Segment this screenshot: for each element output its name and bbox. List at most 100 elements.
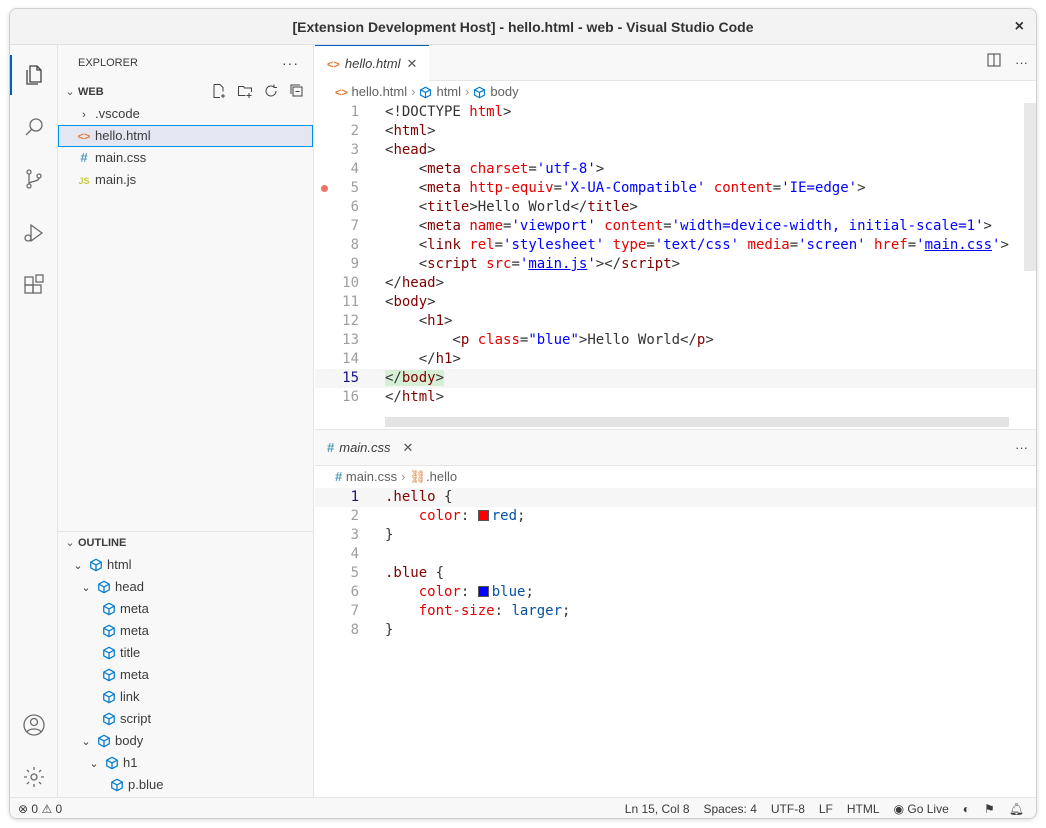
split-editor-icon[interactable] xyxy=(987,45,1001,81)
feedback-icon[interactable]: ⚑ xyxy=(984,798,995,818)
cube-icon xyxy=(102,623,120,638)
code-editor-css[interactable]: 1 .hello { 2 color: red; 3} 4 5 .blue { 6 … xyxy=(315,488,1036,640)
collapse-all-icon[interactable] xyxy=(289,83,307,101)
cursor-position[interactable]: Ln 15, Col 8 xyxy=(625,798,690,818)
breadcrumb-item[interactable]: hello.html xyxy=(351,84,407,99)
breadcrumb-item[interactable]: .hello xyxy=(426,469,457,484)
outline-item[interactable]: ⌄ html xyxy=(58,554,314,576)
breadcrumb-bottom: # main.css › ⛓.hello xyxy=(335,469,458,484)
close-tab-icon[interactable]: ✕ xyxy=(407,56,418,71)
encoding[interactable]: UTF-8 xyxy=(771,798,805,818)
cube-icon xyxy=(89,557,107,572)
outline-item[interactable]: ⌄ head xyxy=(58,576,314,598)
outline-panel: ⌄ OUTLINE ⌄ html ⌄ head meta meta title meta link… xyxy=(58,531,314,796)
chevron-down-icon: ⌄ xyxy=(65,86,75,98)
source-control-icon[interactable] xyxy=(22,167,46,191)
editor-group-top: <> hello.html ✕ ··· <> hello.html › html › bod… xyxy=(315,45,1036,429)
notifications-bell-icon[interactable]: 🔔︎ xyxy=(1009,798,1024,818)
cube-icon xyxy=(102,689,120,704)
error-icon: ⊗ xyxy=(18,802,29,816)
active-indicator xyxy=(10,55,12,95)
breadcrumb-item[interactable]: body xyxy=(490,84,518,99)
language-mode[interactable]: HTML xyxy=(847,798,880,818)
tree-item-hello-html[interactable]: <> hello.html xyxy=(58,125,313,147)
tree-item-main-js[interactable]: JS main.js xyxy=(58,169,313,191)
html-file-icon: <> xyxy=(77,131,91,143)
outline-section-header[interactable]: ⌄ OUTLINE xyxy=(58,532,314,554)
search-icon[interactable] xyxy=(22,115,46,139)
chevron-down-icon: ⌄ xyxy=(65,537,75,549)
chevron-down-icon: ⌄ xyxy=(89,758,99,770)
breadcrumb-top: <> hello.html › html › body xyxy=(335,84,519,99)
vertical-scrollbar[interactable] xyxy=(1024,103,1036,271)
outline-item[interactable]: p.blue xyxy=(58,774,314,796)
explorer-icon[interactable] xyxy=(22,63,46,87)
tab-bar-bottom: # main.css ✕ ··· xyxy=(315,430,1036,466)
breadcrumb-item[interactable]: main.css xyxy=(346,469,397,484)
html-file-icon: <> xyxy=(335,87,348,99)
close-tab-icon[interactable]: ✕ xyxy=(403,440,414,455)
editor-group-bottom: # main.css ✕ ··· # main.css › ⛓.hello 1 .hell… xyxy=(315,429,1036,797)
refresh-icon[interactable] xyxy=(263,83,281,101)
cube-icon xyxy=(102,667,120,682)
cube-icon xyxy=(97,579,115,594)
activity-bar xyxy=(10,45,58,797)
outline-item[interactable]: link xyxy=(58,686,314,708)
close-icon[interactable]: × xyxy=(1015,9,1024,45)
outline-item[interactable]: script xyxy=(58,708,314,730)
chevron-down-icon: ⌄ xyxy=(81,736,91,748)
breadcrumb-item[interactable]: html xyxy=(436,84,461,99)
horizontal-scrollbar[interactable] xyxy=(385,417,1009,427)
cube-icon xyxy=(102,601,120,616)
more-actions-icon[interactable]: ··· xyxy=(1015,430,1028,466)
cube-icon xyxy=(97,733,115,748)
outline-item[interactable]: meta xyxy=(58,664,314,686)
color-swatch-blue[interactable] xyxy=(477,586,489,597)
cube-icon xyxy=(473,84,490,99)
cube-icon xyxy=(102,645,120,660)
accounts-icon[interactable] xyxy=(22,713,46,737)
tab-main-css[interactable]: # main.css ✕ xyxy=(315,430,425,466)
cube-icon xyxy=(419,84,436,99)
go-live-button[interactable]: ◉ Go Live xyxy=(893,798,949,818)
css-file-icon: # xyxy=(80,150,88,165)
outline-item[interactable]: ⌄ h1 xyxy=(58,752,314,774)
indentation[interactable]: Spaces: 4 xyxy=(704,798,757,818)
new-folder-icon[interactable] xyxy=(237,83,255,101)
chevron-down-icon: ⌄ xyxy=(81,582,91,594)
explorer-sidebar: EXPLORER ··· ⌄ WEB › .vscode <> hello.html … xyxy=(58,45,314,797)
editor-area: <> hello.html ✕ ··· <> hello.html › html › bod… xyxy=(315,45,1036,797)
theme-icon[interactable]: ◐ xyxy=(963,798,970,818)
outline-item[interactable]: meta xyxy=(58,598,314,620)
broadcast-icon: ◉ xyxy=(893,802,905,816)
window-title: [Extension Development Host] - hello.htm… xyxy=(292,19,754,35)
cube-icon xyxy=(110,777,128,792)
tree-item-main-css[interactable]: # main.css xyxy=(58,147,313,169)
css-file-icon: # xyxy=(335,469,343,484)
workspace-section-header[interactable]: ⌄ WEB xyxy=(58,81,313,103)
warning-icon: ⚠ xyxy=(41,802,53,816)
html-file-icon: <> xyxy=(327,59,340,71)
code-editor-html[interactable]: 1 <!DOCTYPE html> 2 <html> 3 <head> 4 <meta… xyxy=(315,103,1036,407)
chevron-right-icon: › xyxy=(82,109,86,121)
selector-icon: ⛓ xyxy=(409,469,427,484)
outline-tree: ⌄ html ⌄ head meta meta title meta link script ⌄ bo… xyxy=(58,554,314,796)
tree-item-vscode[interactable]: › .vscode xyxy=(58,103,313,125)
cube-icon xyxy=(102,711,120,726)
more-actions-icon[interactable]: ··· xyxy=(1015,45,1028,81)
outline-item[interactable]: meta xyxy=(58,620,314,642)
new-file-icon[interactable] xyxy=(211,83,229,101)
tab-bar-top: <> hello.html ✕ ··· xyxy=(315,45,1036,82)
problems-indicator[interactable]: ⊗ 0 ⚠ 0 xyxy=(18,798,62,818)
css-file-icon: # xyxy=(327,440,335,455)
more-actions-icon[interactable]: ··· xyxy=(282,45,299,81)
settings-gear-icon[interactable] xyxy=(22,765,46,789)
color-swatch-red[interactable] xyxy=(477,510,489,521)
status-bar: ⊗ 0 ⚠ 0 Ln 15, Col 8 Spaces: 4 UTF-8 LF … xyxy=(10,797,1036,818)
run-debug-icon[interactable] xyxy=(22,221,46,245)
tab-hello-html[interactable]: <> hello.html ✕ xyxy=(315,45,430,82)
outline-item[interactable]: ⌄ body xyxy=(58,730,314,752)
outline-item[interactable]: title xyxy=(58,642,314,664)
extensions-icon[interactable] xyxy=(22,273,46,297)
end-of-line[interactable]: LF xyxy=(819,798,833,818)
